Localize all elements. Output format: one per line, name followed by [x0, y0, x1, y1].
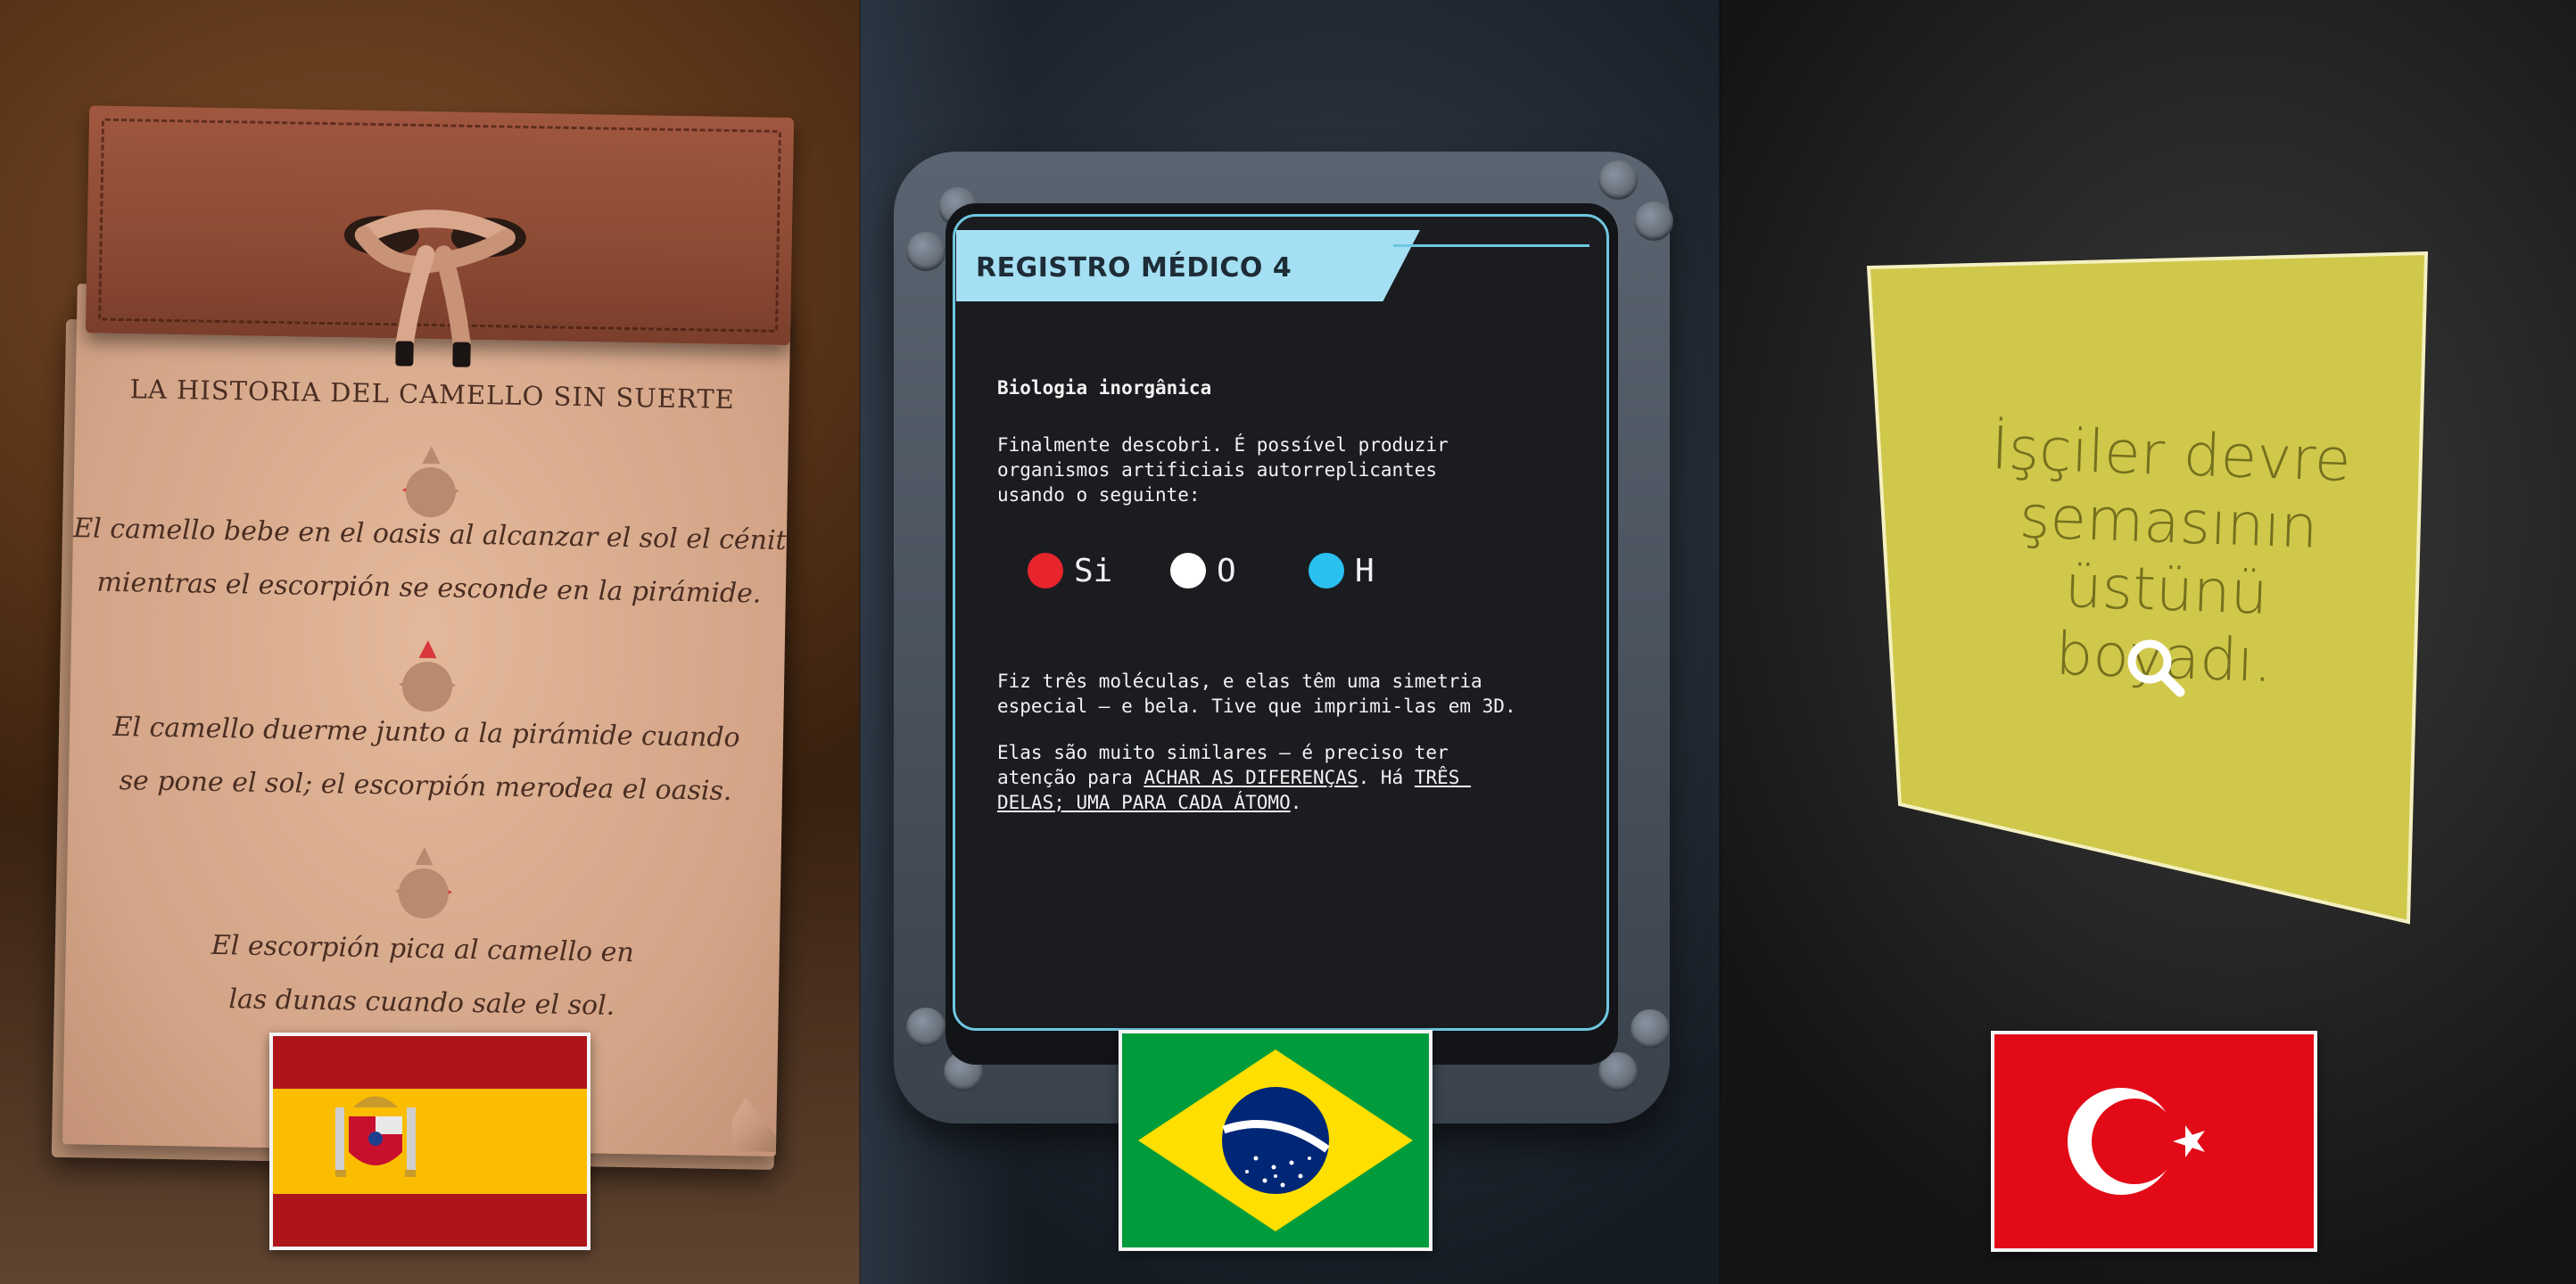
record-intro: Finalmente descobri. É possível produzir… — [997, 434, 1449, 506]
turkey-flag-icon — [1994, 1034, 2314, 1248]
atom-si: Si — [1028, 544, 1112, 597]
flag-spain — [269, 1033, 590, 1250]
spanish-panel: LA HISTORIA DEL CAMELLO SIN SUERTE El ca… — [0, 0, 860, 1284]
atom-dot-icon — [1170, 553, 1206, 588]
magnifier-icon[interactable] — [2125, 637, 2187, 699]
sticky-note: İşçiler devre şemasının üstünü boyadı. — [1864, 251, 2444, 929]
record-paragraph-2: Fiz três moléculas, e elas têm uma simet… — [997, 671, 1516, 717]
record-header-title: REGISTRO MÉDICO 4 — [976, 252, 1292, 284]
medical-tablet: REGISTRO MÉDICO 4 Biologia inorgânica Fi… — [894, 152, 1673, 1124]
three-of-them-link: TRÊS — [1414, 767, 1472, 788]
record-subtitle: Biologia inorgânica — [997, 377, 1212, 399]
stanza-3: El escorpión pica al camello en las duna… — [211, 929, 635, 1022]
atom-legend: Si O H — [1028, 544, 1527, 597]
atom-dot-icon — [1309, 553, 1344, 588]
rope-knot-icon — [343, 210, 526, 367]
atom-o: O — [1170, 544, 1236, 597]
one-per-atom-link: DELAS; UMA PARA CADA ÁTOMO — [997, 792, 1291, 813]
brazil-flag-icon — [1122, 1033, 1429, 1247]
spain-flag-icon — [273, 1036, 587, 1247]
portuguese-panel: REGISTRO MÉDICO 4 Biologia inorgânica Fi… — [860, 0, 1720, 1284]
tablet-screen — [953, 214, 1609, 1031]
stanza-2: El camello duerme junto a la pirámide cu… — [112, 711, 740, 808]
find-differences-link: ACHAR AS DIFERENÇAS — [1144, 767, 1358, 788]
atom-h: H — [1309, 544, 1375, 597]
flag-turkey — [1991, 1031, 2317, 1252]
atom-dot-icon — [1028, 553, 1063, 588]
parchment-scroll: LA HISTORIA DEL CAMELLO SIN SUERTE El ca… — [45, 105, 803, 1170]
stanza-1: El camello bebe en el oasis al alcanzar … — [72, 513, 787, 610]
compass-east-icon — [394, 847, 452, 919]
record-paragraph-3: Elas são muito similares — é preciso ter… — [997, 742, 1472, 813]
flag-brazil — [1119, 1030, 1432, 1251]
